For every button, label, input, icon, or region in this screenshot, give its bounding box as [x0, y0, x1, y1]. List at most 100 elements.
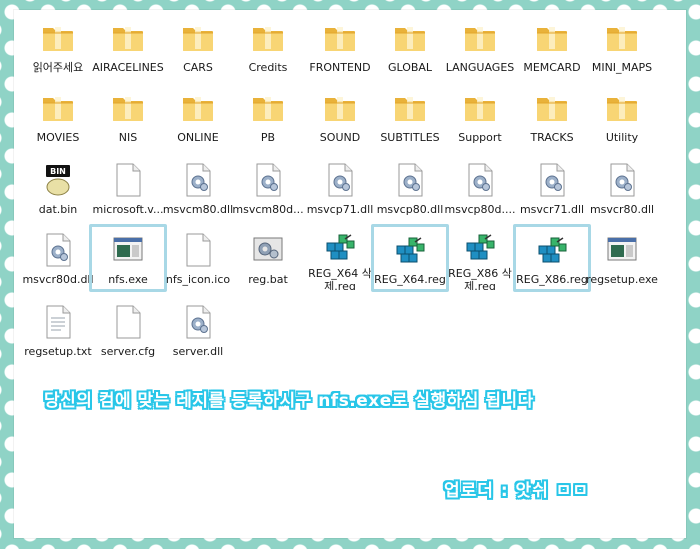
file-item[interactable]: msvcr80d.dll — [22, 228, 94, 290]
dll-file-icon — [600, 158, 644, 202]
file-label: Support — [458, 131, 502, 144]
file-item[interactable]: PB — [232, 86, 304, 148]
bin-badge-text: BIN — [50, 167, 66, 176]
file-label: CARS — [183, 61, 213, 74]
file-item[interactable]: TRACKS — [516, 86, 588, 148]
file-item[interactable]: Credits — [232, 16, 304, 78]
folder-icon — [600, 16, 644, 60]
file-label: REG_X86 삭제.reg — [448, 267, 512, 290]
file-item[interactable]: SUBTITLES — [374, 86, 446, 148]
uploader-credit: 업로더 : 앗쉬 ㅁㅁ — [444, 481, 590, 501]
bat-file-icon — [246, 228, 290, 272]
folder-icon — [388, 16, 432, 60]
file-icon-grid: 읽어주세요 AIRACELINES CARS Credits FRONTEND … — [14, 10, 686, 362]
folder-icon — [388, 86, 432, 130]
file-label: msvcr71.dll — [519, 203, 585, 216]
file-item[interactable]: msvcm80d... — [232, 158, 304, 220]
file-item[interactable]: msvcp71.dll — [304, 158, 376, 220]
folder-icon — [600, 86, 644, 130]
file-item[interactable]: CARS — [162, 16, 234, 78]
file-item[interactable]: SOUND — [304, 86, 376, 148]
dll-file-icon — [176, 300, 220, 344]
blank-file-icon — [176, 228, 220, 272]
instruction-text: 당신의 컴에 맞는 레지를 등록하시구 nfs.exe로 실행하심 됩니다 — [44, 391, 534, 411]
file-item[interactable]: regsetup.exe — [586, 228, 658, 290]
file-item[interactable]: Utility — [586, 86, 658, 148]
file-item[interactable]: ONLINE — [162, 86, 234, 148]
folder-icon — [458, 86, 502, 130]
folder-icon — [36, 16, 80, 60]
file-label: SOUND — [319, 131, 361, 144]
folder-icon — [458, 16, 502, 60]
folder-icon — [246, 16, 290, 60]
folder-icon — [318, 16, 362, 60]
file-item[interactable]: nfs_icon.ico — [162, 228, 234, 290]
highlight-box — [371, 224, 449, 292]
bin-file-icon: BIN — [36, 158, 80, 202]
file-label: msvcp71.dll — [306, 203, 374, 216]
dll-file-icon — [246, 158, 290, 202]
file-item[interactable]: regsetup.txt — [22, 300, 94, 362]
file-label: msvcm80.dll — [162, 203, 234, 216]
file-item[interactable]: GLOBAL — [374, 16, 446, 78]
file-label: FRONTEND — [309, 61, 371, 74]
blank-file-icon — [106, 300, 150, 344]
file-item[interactable]: microsoft.v... — [92, 158, 164, 220]
highlight-box — [89, 224, 167, 292]
file-label: MINI_MAPS — [591, 61, 653, 74]
file-item[interactable]: msvcr80.dll — [586, 158, 658, 220]
folder-icon — [36, 86, 80, 130]
file-label: nfs_icon.ico — [165, 273, 231, 286]
file-item[interactable]: MEMCARD — [516, 16, 588, 78]
file-label: ONLINE — [177, 131, 219, 144]
file-item[interactable]: MINI_MAPS — [586, 16, 658, 78]
file-item[interactable]: msvcp80.dll — [374, 158, 446, 220]
file-label: REG_X64 삭제.reg — [308, 267, 372, 290]
file-label: reg.bat — [248, 273, 288, 286]
file-item[interactable]: BIN dat.bin — [22, 158, 94, 220]
file-item[interactable]: msvcm80.dll — [162, 158, 234, 220]
file-label: Utility — [605, 131, 639, 144]
file-label: regsetup.txt — [24, 345, 92, 358]
file-item[interactable]: NIS — [92, 86, 164, 148]
reg-file-icon — [458, 228, 502, 266]
file-label: GLOBAL — [387, 61, 433, 74]
file-label: Credits — [248, 61, 288, 74]
folder-icon — [246, 86, 290, 130]
dll-file-icon — [388, 158, 432, 202]
file-item[interactable]: LANGUAGES — [444, 16, 516, 78]
file-item[interactable]: REG_X64 삭제.reg — [304, 228, 376, 290]
file-item[interactable]: REG_X86 삭제.reg — [444, 228, 516, 290]
file-item[interactable]: MOVIES — [22, 86, 94, 148]
file-item[interactable]: reg.bat — [232, 228, 304, 290]
folder-icon — [176, 86, 220, 130]
file-label: MEMCARD — [523, 61, 581, 74]
file-item[interactable]: Support — [444, 86, 516, 148]
file-item[interactable]: server.dll — [162, 300, 234, 362]
file-label: PB — [260, 131, 276, 144]
file-label: msvcp80.dll — [376, 203, 444, 216]
file-item[interactable]: server.cfg — [92, 300, 164, 362]
file-label: msvcp80d.... — [444, 203, 516, 216]
explorer-window: 읽어주세요 AIRACELINES CARS Credits FRONTEND … — [14, 10, 686, 538]
file-label: LANGUAGES — [445, 61, 515, 74]
file-item[interactable]: msvcr71.dll — [516, 158, 588, 220]
highlight-box — [513, 224, 591, 292]
file-label: TRACKS — [530, 131, 574, 144]
file-item[interactable]: AIRACELINES — [92, 16, 164, 78]
file-label: NIS — [118, 131, 138, 144]
folder-icon — [530, 86, 574, 130]
folder-icon — [318, 86, 362, 130]
reg-file-icon — [318, 228, 362, 266]
file-item[interactable]: 읽어주세요 — [22, 16, 94, 78]
folder-icon — [106, 16, 150, 60]
file-label: msvcm80d... — [232, 203, 304, 216]
dll-file-icon — [458, 158, 502, 202]
dll-file-icon — [530, 158, 574, 202]
file-label: regsetup.exe — [586, 273, 658, 286]
folder-icon — [106, 86, 150, 130]
file-item[interactable]: msvcp80d.... — [444, 158, 516, 220]
text-file-icon — [36, 300, 80, 344]
file-item[interactable]: FRONTEND — [304, 16, 376, 78]
folder-icon — [176, 16, 220, 60]
